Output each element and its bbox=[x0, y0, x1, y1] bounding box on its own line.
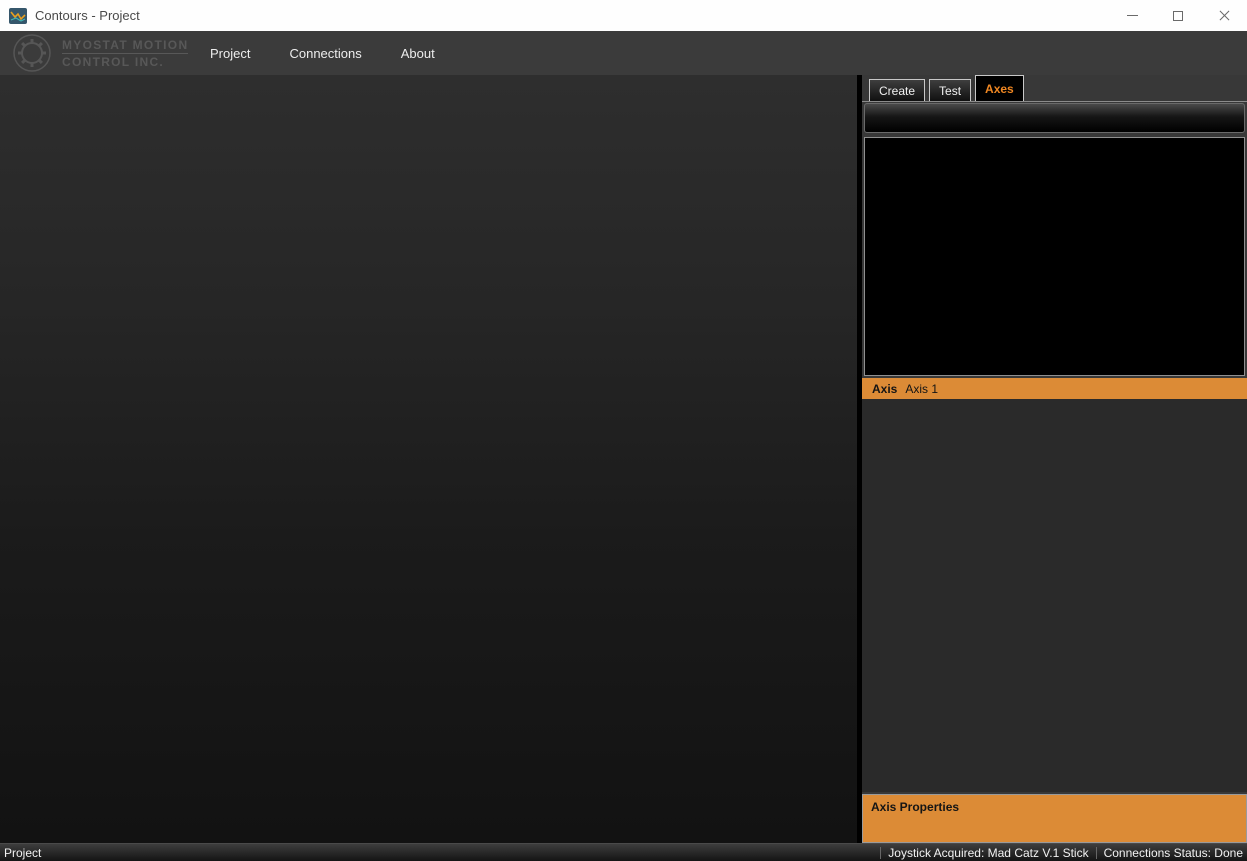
app-window: Contours - Project MYOSTAT MOTION CONTRO bbox=[0, 0, 1247, 861]
tab-strip: CreateTestAxes bbox=[862, 75, 1247, 101]
selected-object-name: Axis 1 bbox=[905, 382, 938, 396]
status-joystick: Joystick Acquired: Mad Catz V.1 Stick bbox=[888, 846, 1088, 860]
status-separator bbox=[1096, 847, 1097, 859]
titlebar: Contours - Project bbox=[0, 0, 1247, 31]
menubar: MYOSTAT MOTION CONTROL INC. Project Conne… bbox=[0, 31, 1247, 75]
property-grid bbox=[862, 399, 1247, 792]
window-title: Contours - Project bbox=[35, 8, 140, 23]
tab-create[interactable]: Create bbox=[869, 79, 925, 101]
status-connections: Connections Status: Done bbox=[1104, 846, 1243, 860]
logo-line2: CONTROL INC. bbox=[62, 55, 188, 69]
gear-logo-icon bbox=[10, 33, 54, 73]
tab-axes[interactable]: Axes bbox=[975, 75, 1024, 101]
window-controls bbox=[1109, 0, 1247, 31]
maximize-button[interactable] bbox=[1155, 0, 1201, 31]
status-separator bbox=[880, 847, 881, 859]
close-button[interactable] bbox=[1201, 0, 1247, 31]
logo-line1: MYOSTAT MOTION bbox=[62, 38, 188, 54]
close-icon bbox=[1218, 9, 1231, 22]
minimize-icon bbox=[1127, 15, 1138, 16]
menu-item-about[interactable]: About bbox=[395, 42, 441, 65]
logo-text: MYOSTAT MOTION CONTROL INC. bbox=[62, 38, 188, 69]
right-panel: CreateTestAxes Axis Axis 1 Axis Properti… bbox=[862, 75, 1247, 843]
maximize-icon bbox=[1173, 11, 1183, 21]
main-content: CreateTestAxes Axis Axis 1 Axis Properti… bbox=[0, 75, 1247, 843]
app-icon bbox=[9, 7, 27, 25]
statusbar: Project Joystick Acquired: Mad Catz V.1 … bbox=[0, 843, 1247, 861]
selected-object-type: Axis bbox=[872, 382, 897, 396]
property-description-box: Axis Properties bbox=[862, 794, 1247, 843]
toolbar-tray bbox=[862, 101, 1247, 133]
toolbar bbox=[864, 103, 1245, 133]
menu-item-connections[interactable]: Connections bbox=[283, 42, 367, 65]
company-logo: MYOSTAT MOTION CONTROL INC. bbox=[0, 33, 192, 73]
menu-items: Project Connections About bbox=[204, 42, 468, 65]
axis-list[interactable] bbox=[864, 137, 1245, 376]
menu-item-project[interactable]: Project bbox=[204, 42, 256, 65]
property-grid-header: Axis Axis 1 bbox=[862, 378, 1247, 399]
status-project: Project bbox=[0, 846, 41, 860]
tab-test[interactable]: Test bbox=[929, 79, 971, 101]
chart-area bbox=[0, 75, 857, 843]
minimize-button[interactable] bbox=[1109, 0, 1155, 31]
